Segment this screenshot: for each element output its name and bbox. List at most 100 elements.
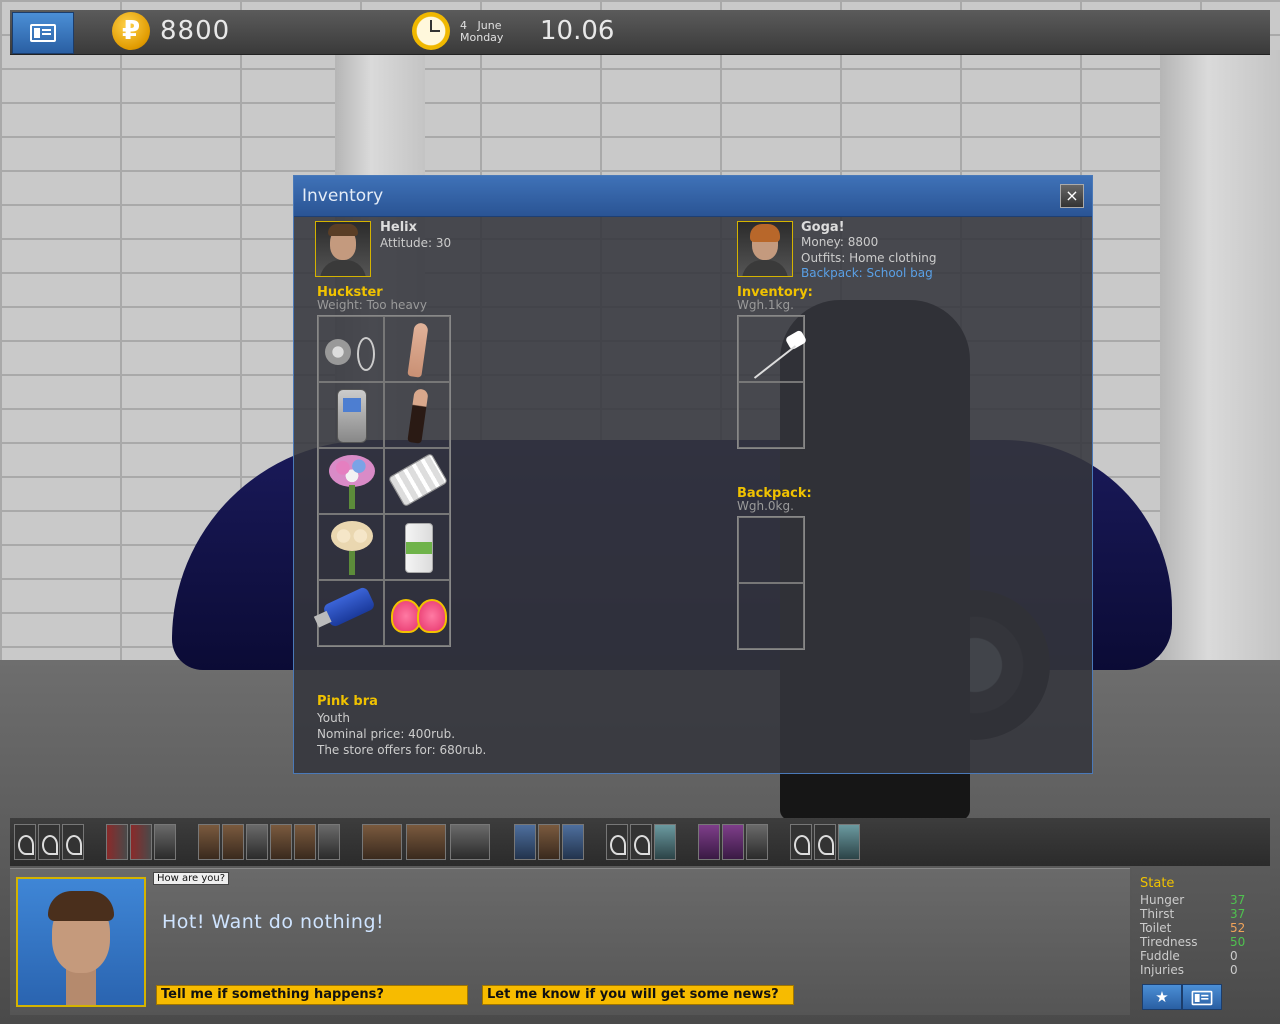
state-value: 0 (1230, 949, 1238, 963)
inventory-title: Inventory (302, 186, 384, 206)
player-money: Money: 8800 (801, 235, 879, 249)
concrete-pillar (1160, 50, 1280, 700)
ruble-coin-icon: ₽ (112, 12, 150, 50)
state-row-thirst: Thirst 37 (1140, 907, 1258, 921)
location-thumb[interactable] (746, 824, 768, 860)
player-outfits: Outfits: Home clothing (801, 250, 937, 265)
state-label: Toilet (1140, 921, 1172, 935)
state-row-fuddle: Fuddle 0 (1140, 949, 1258, 963)
shop-slot[interactable] (384, 316, 450, 382)
npc-large-portrait (16, 877, 146, 1007)
character-card-button[interactable] (1182, 984, 1222, 1010)
player-inventory-weight: Wgh.1kg. (737, 298, 794, 312)
dialog-panel: How are you? Hot! Want do nothing! Tell … (10, 868, 1130, 1015)
state-label: Hunger (1140, 893, 1185, 907)
location-thumb-locked[interactable] (14, 824, 36, 860)
fly-swatter-icon (747, 327, 803, 383)
dialog-choice-2[interactable]: Let me know if you will get some news? (482, 985, 794, 1005)
stockings-icon (407, 322, 429, 378)
state-label: Injuries (1140, 963, 1184, 977)
shop-slot[interactable] (384, 514, 450, 580)
state-value: 52 (1230, 921, 1246, 935)
location-thumb-locked[interactable] (38, 824, 60, 860)
state-value: 50 (1230, 935, 1246, 949)
shop-slot[interactable] (384, 382, 450, 448)
shop-slot[interactable] (318, 514, 384, 580)
inventory-slot[interactable] (738, 316, 804, 382)
state-value: 37 (1230, 893, 1246, 907)
location-thumb-locked[interactable] (606, 824, 628, 860)
location-thumb[interactable] (198, 824, 220, 860)
state-title: State (1140, 876, 1175, 891)
shop-slot[interactable] (318, 316, 384, 382)
location-thumb[interactable] (698, 824, 720, 860)
location-thumb[interactable] (450, 824, 490, 860)
item-nominal-price: Nominal price: 400rub. (317, 727, 456, 741)
location-thumb-locked[interactable] (790, 824, 812, 860)
player-name: Goga! (801, 220, 845, 235)
player-stats: Money: 8800 Outfits: Home clothing Backp… (801, 235, 937, 282)
location-thumb[interactable] (562, 824, 584, 860)
location-thumb[interactable] (654, 824, 676, 860)
date-display: 4 June Monday (460, 20, 503, 44)
shop-slot[interactable] (384, 580, 450, 646)
top-bar: ₽ 8800 4 June Monday 10.06 (10, 10, 1270, 55)
backpack-grid (737, 516, 805, 650)
npc-attitude: Attitude: 30 (380, 236, 452, 250)
state-row-hunger: Hunger 37 (1140, 893, 1258, 907)
item-store-offer: The store offers for: 680rub. (317, 743, 487, 757)
time-display: 10.06 (540, 16, 615, 46)
shop-slot[interactable] (318, 580, 384, 646)
backpack-slot[interactable] (738, 583, 804, 649)
vitamin-bottle-icon (405, 523, 433, 573)
bouquet-stem (349, 485, 355, 509)
location-thumb[interactable] (270, 824, 292, 860)
item-title: Pink bra (317, 694, 378, 709)
location-thumb[interactable] (106, 824, 128, 860)
location-thumb-locked[interactable] (814, 824, 836, 860)
location-thumb[interactable] (130, 824, 152, 860)
player-portrait (737, 221, 793, 277)
dark-stockings-icon (407, 388, 429, 444)
location-thumb[interactable] (722, 824, 744, 860)
location-thumb[interactable] (246, 824, 268, 860)
shop-slot[interactable] (318, 382, 384, 448)
roses-stem (349, 551, 355, 575)
state-row-injuries: Injuries 0 (1140, 963, 1258, 977)
money-amount: 8800 (160, 16, 231, 46)
inventory-slot[interactable] (738, 382, 804, 448)
shop-slot[interactable] (384, 448, 450, 514)
close-button[interactable]: × (1060, 184, 1084, 208)
location-thumb[interactable] (154, 824, 176, 860)
mobile-phone-icon (337, 389, 367, 443)
location-thumb[interactable] (222, 824, 244, 860)
state-value: 0 (1230, 963, 1238, 977)
flower-bouquet-icon (329, 455, 375, 487)
backpack-link[interactable]: Backpack: School bag (801, 266, 937, 282)
shop-item-grid (317, 315, 451, 647)
location-thumb-locked[interactable] (630, 824, 652, 860)
main-menu-button[interactable] (12, 12, 74, 54)
location-thumb[interactable] (318, 824, 340, 860)
item-category: Youth (317, 711, 350, 725)
roses-icon (331, 521, 373, 551)
shop-weight: Weight: Too heavy (317, 298, 427, 312)
favorites-star-button[interactable]: ★ (1142, 984, 1182, 1010)
item-description: Pink bra Youth Nominal price: 400rub. Th… (317, 694, 486, 758)
backpack-slot[interactable] (738, 517, 804, 583)
state-panel: State Hunger 37 Thirst 37 Toilet 52 Tiredne… (1132, 868, 1270, 1014)
location-thumb[interactable] (406, 824, 446, 860)
location-thumb-locked[interactable] (62, 824, 84, 860)
shop-slot[interactable] (318, 448, 384, 514)
location-thumb[interactable] (514, 824, 536, 860)
inventory-title-bar[interactable]: Inventory × (294, 176, 1092, 217)
location-thumb[interactable] (362, 824, 402, 860)
npc-portrait (315, 221, 371, 277)
location-thumb[interactable] (538, 824, 560, 860)
location-thumb[interactable] (294, 824, 316, 860)
clock-icon (412, 12, 450, 50)
location-thumb[interactable] (838, 824, 860, 860)
earrings-set-icon (325, 339, 351, 365)
id-card-icon (30, 24, 56, 42)
dialog-choice-1[interactable]: Tell me if something happens? (156, 985, 468, 1005)
